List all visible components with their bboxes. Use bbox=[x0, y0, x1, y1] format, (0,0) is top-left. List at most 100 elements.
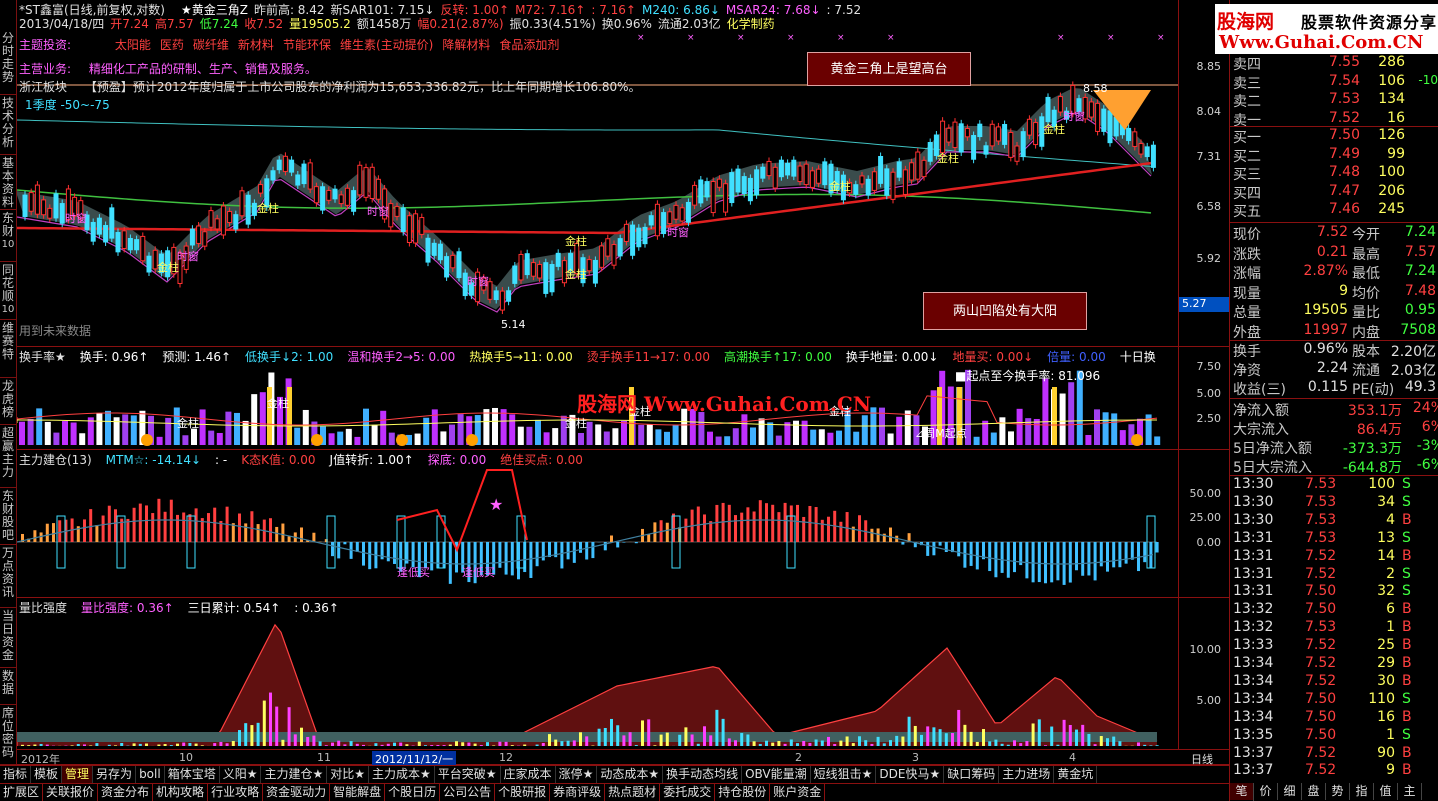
volume-ratio-chart[interactable] bbox=[17, 598, 1178, 750]
quote-row[interactable]: 现量 9 均价 7.48 bbox=[1230, 283, 1438, 302]
extension-tab[interactable]: 账户资金 bbox=[770, 784, 826, 801]
quote-tab[interactable]: 主 bbox=[1398, 783, 1422, 800]
indicator-tab[interactable]: 另存为 bbox=[93, 766, 137, 783]
ask-row[interactable]: 卖四 7.55 286 bbox=[1230, 54, 1438, 73]
indicator-tab[interactable]: OBV能量潮 bbox=[742, 766, 811, 783]
bid-row[interactable]: 买四 7.47 206 bbox=[1230, 183, 1438, 202]
tick-row[interactable]: 13:37 7.52 9 B bbox=[1230, 762, 1438, 780]
extension-tab[interactable]: 热点题材 bbox=[605, 784, 661, 801]
indicator-tab[interactable]: DDE快马★ bbox=[876, 766, 945, 783]
tick-row[interactable]: 13:34 7.52 30 B bbox=[1230, 673, 1438, 691]
quote-tab[interactable]: 笔 bbox=[1230, 783, 1254, 800]
extension-tab[interactable]: 公司公告 bbox=[440, 784, 496, 801]
indicator-tab[interactable]: 缺口筹码 bbox=[944, 766, 1000, 783]
bid-row[interactable]: 买五 7.46 245 bbox=[1230, 201, 1438, 220]
extension-tab[interactable]: 机构攻略 bbox=[153, 784, 209, 801]
quote-row[interactable]: 换手 0.96% 股本 2.20亿 bbox=[1230, 341, 1438, 360]
tick-row[interactable]: 13:34 7.52 29 B bbox=[1230, 655, 1438, 673]
left-tab-item[interactable]: 东财 10 bbox=[0, 210, 16, 262]
tick-row[interactable]: 13:34 7.50 110 S bbox=[1230, 691, 1438, 709]
indicator-tab[interactable]: 模板 bbox=[31, 766, 63, 783]
extension-tab[interactable]: 资金驱动力 bbox=[263, 784, 331, 801]
tick-row[interactable]: 13:31 7.52 14 B bbox=[1230, 548, 1438, 566]
tick-row[interactable]: 13:34 7.50 16 B bbox=[1230, 709, 1438, 727]
ask-row[interactable]: 卖三 7.54 106 -10 bbox=[1230, 73, 1438, 92]
left-tab-item[interactable]: 同花顺 10 bbox=[0, 262, 16, 320]
indicator-tab[interactable]: 庄家成本 bbox=[501, 766, 556, 783]
tick-row[interactable]: 13:30 7.53 34 S bbox=[1230, 494, 1438, 512]
bid-row[interactable]: 买二 7.49 99 bbox=[1230, 146, 1438, 165]
tick-row[interactable]: 13:30 7.53 4 B bbox=[1230, 512, 1438, 530]
left-tab-item[interactable]: 龙虎榜 bbox=[0, 378, 16, 425]
quote-row[interactable]: 涨幅 2.87% 最低 7.24 bbox=[1230, 263, 1438, 282]
left-tab-item[interactable]: 超赢主力 bbox=[0, 425, 16, 488]
main-force-pane[interactable]: 主力建仓(13) MTM☆: -14.14↓: - K态K值: 0.00 J值转折: … bbox=[17, 450, 1229, 598]
indicator-tab[interactable]: 短线狙击★ bbox=[811, 766, 877, 783]
indicator-tab[interactable]: 对比★ bbox=[327, 766, 370, 783]
left-tab-item[interactable]: 分时走势 bbox=[0, 30, 16, 95]
bid-row[interactable]: 买三 7.48 100 bbox=[1230, 164, 1438, 183]
bid-row[interactable]: 买一 7.50 126 bbox=[1230, 127, 1438, 146]
left-tab-item[interactable]: 数据 bbox=[0, 668, 16, 705]
indicator-tab[interactable]: boll bbox=[136, 766, 165, 783]
indicator-tab[interactable]: 换手动态均线 bbox=[663, 766, 743, 783]
volume-ratio-pane[interactable]: 量比强度 量比强度: 0.36↑ 三日累计: 0.54↑: 0.36↑ 10.00 5… bbox=[17, 598, 1229, 750]
price-pane[interactable]: *ST鑫富(日线,前复权,对数) ★黄金三角Z 昨前高: 8.42 新SAR101: … bbox=[17, 0, 1229, 347]
quote-row[interactable]: 总量 19505 量比 0.95 bbox=[1230, 302, 1438, 321]
quote-tab[interactable]: 价 bbox=[1254, 783, 1278, 800]
left-tab-item[interactable]: 当日资金 bbox=[0, 608, 16, 668]
left-tab-item[interactable]: 东财股吧 bbox=[0, 488, 16, 545]
quote-tab[interactable]: 值 bbox=[1374, 783, 1398, 800]
indicator-tab[interactable]: 指标 bbox=[0, 766, 32, 783]
quote-row[interactable]: 涨跌 0.21 最高 7.57 bbox=[1230, 244, 1438, 263]
indicator-tab[interactable]: 平台突破★ bbox=[435, 766, 501, 783]
extension-tab[interactable]: 行业攻略 bbox=[208, 784, 264, 801]
fund-flow-row[interactable]: 净流入额 353.1万 24% bbox=[1230, 400, 1438, 419]
tick-row[interactable]: 13:32 7.50 6 B bbox=[1230, 601, 1438, 619]
indicator-tab[interactable]: 管理 bbox=[62, 766, 94, 783]
left-tab-item[interactable]: 席位密码 bbox=[0, 705, 16, 765]
quote-tab[interactable]: 细 bbox=[1278, 783, 1302, 800]
left-tab-item[interactable]: 维赛特 bbox=[0, 320, 16, 378]
tick-row[interactable]: 13:31 7.50 32 S bbox=[1230, 583, 1438, 601]
indicator-tab[interactable]: 主力建仓★ bbox=[261, 766, 328, 783]
quote-row[interactable]: 净资 2.24 流通 2.03亿 bbox=[1230, 360, 1438, 379]
indicator-tab[interactable]: 黄金坑 bbox=[1054, 766, 1098, 783]
left-tab-item[interactable]: 基本资料 bbox=[0, 155, 16, 210]
ask-row[interactable]: 卖一 7.52 16 bbox=[1230, 110, 1438, 129]
extension-tab[interactable]: 资金分布 bbox=[98, 784, 154, 801]
ask-row[interactable]: 卖二 7.53 134 bbox=[1230, 91, 1438, 110]
tick-row[interactable]: 13:37 7.52 90 B bbox=[1230, 745, 1438, 763]
quote-tab[interactable]: 指 bbox=[1350, 783, 1374, 800]
quote-row[interactable]: 收益(三) 0.115 PE(动) 49.3 bbox=[1230, 379, 1438, 398]
indicator-tab[interactable]: 主力成本★ bbox=[369, 766, 435, 783]
left-tab-item[interactable]: 技术分析 bbox=[0, 95, 16, 155]
extension-tab[interactable]: 券商评级 bbox=[550, 784, 606, 801]
indicator-tab[interactable]: 义阳★ bbox=[220, 766, 262, 783]
tick-row[interactable]: 13:31 7.52 2 S bbox=[1230, 566, 1438, 584]
tick-row[interactable]: 13:33 7.52 25 B bbox=[1230, 637, 1438, 655]
extension-tab[interactable]: 个股研报 bbox=[495, 784, 551, 801]
quote-tab[interactable]: 势 bbox=[1326, 783, 1350, 800]
indicator-tab[interactable]: 箱体宝塔 bbox=[165, 766, 220, 783]
tick-row[interactable]: 13:31 7.53 13 S bbox=[1230, 530, 1438, 548]
tick-row[interactable]: 13:30 7.53 100 S bbox=[1230, 476, 1438, 494]
extension-tab[interactable]: 智能解盘 bbox=[330, 784, 386, 801]
extension-tab[interactable]: 关联报价 bbox=[43, 784, 99, 801]
fund-flow-row[interactable]: 5日大宗流入 -644.8万 -6% bbox=[1230, 457, 1438, 476]
extension-tab[interactable]: 持仓股份 bbox=[715, 784, 771, 801]
extension-tab[interactable]: 个股日历 bbox=[385, 784, 441, 801]
tick-row[interactable]: 13:32 7.53 1 B bbox=[1230, 619, 1438, 637]
quote-row[interactable]: 外盘 11997 内盘 7508 bbox=[1230, 322, 1438, 341]
quote-row[interactable]: 现价 7.52 今开 7.24 bbox=[1230, 224, 1438, 243]
tick-row[interactable]: 13:35 7.50 1 S bbox=[1230, 727, 1438, 745]
left-tab-item[interactable]: 万点资讯 bbox=[0, 545, 16, 608]
indicator-tab[interactable]: 动态成本★ bbox=[597, 766, 664, 783]
indicator-tab[interactable]: 主力进场 bbox=[999, 766, 1055, 783]
fund-flow-row[interactable]: 大宗流入 86.4万 6% bbox=[1230, 419, 1438, 438]
fund-flow-row[interactable]: 5日净流入额 -373.3万 -3% bbox=[1230, 438, 1438, 457]
indicator-tab[interactable]: 涨停★ bbox=[556, 766, 598, 783]
main-force-chart[interactable]: ★ 逢低买 逢低买 bbox=[17, 450, 1178, 598]
quote-tab[interactable]: 盘 bbox=[1302, 783, 1326, 800]
extension-tab[interactable]: 委托成交 bbox=[660, 784, 716, 801]
